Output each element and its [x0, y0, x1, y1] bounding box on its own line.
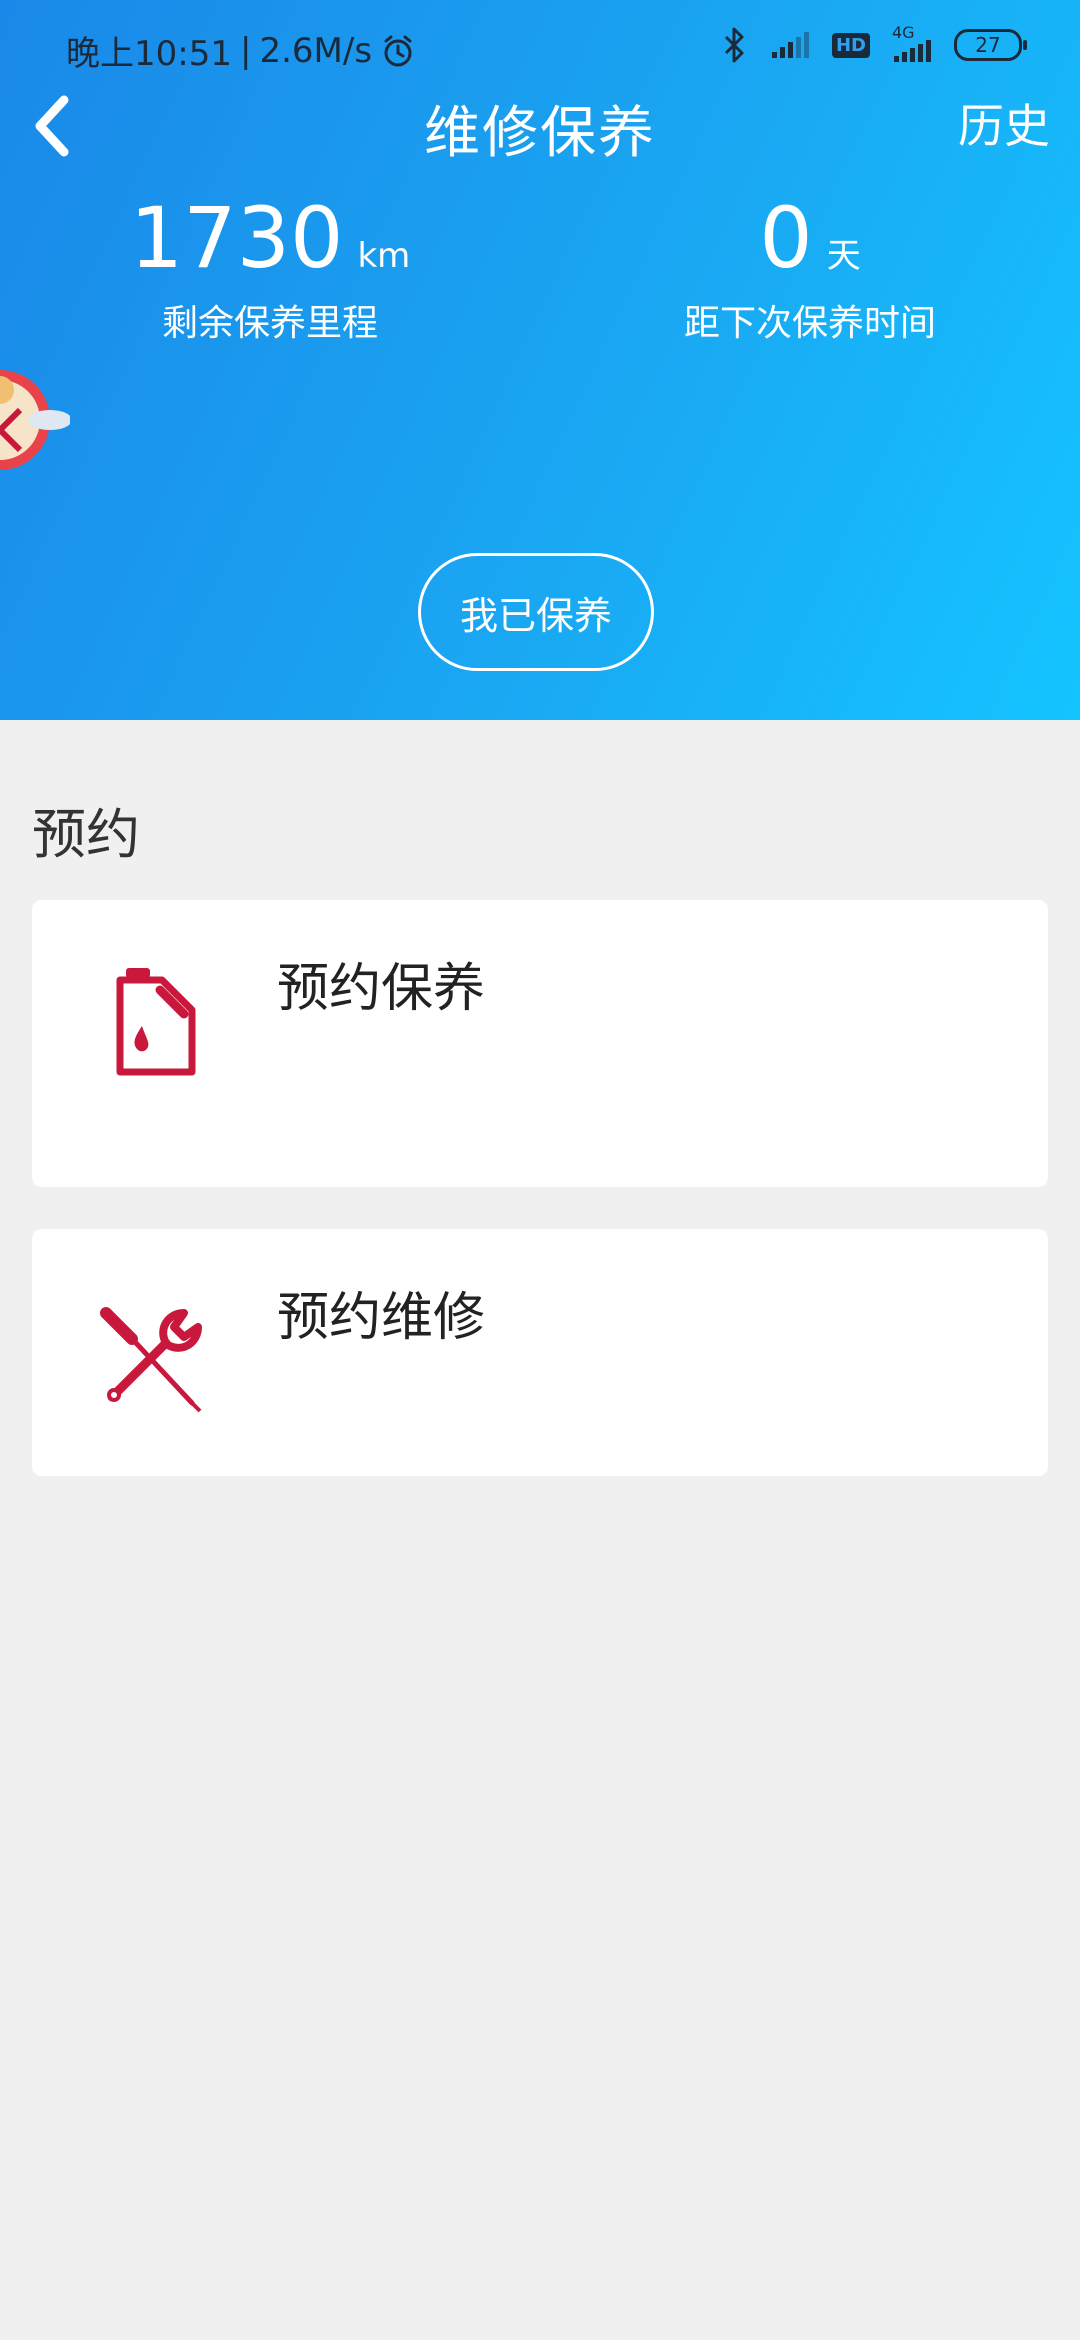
history-link[interactable]: 历史 — [958, 90, 1050, 156]
mascot-float-icon[interactable] — [0, 350, 70, 490]
wrench-screwdriver-icon — [100, 1307, 202, 1413]
bluetooth-icon — [724, 27, 744, 63]
days-value-row: 0 天 — [590, 190, 1030, 286]
mileage-label: 剩余保养里程 — [161, 303, 378, 344]
page-title: 维修保养 — [424, 101, 656, 166]
header-banner: 晚上10:51 | 2.6M/s HD 4G 27 维修保养 历史 1730 k… — [0, 0, 1080, 720]
days-value: 0 — [759, 189, 813, 287]
card-label-book-repair: 预约维修 — [277, 1288, 486, 1348]
card-book-maintenance[interactable]: 预约保养 — [32, 900, 1048, 1187]
status-right: HD 4G 27 — [720, 23, 1027, 64]
mileage-value: 1730 — [129, 189, 344, 287]
status-separator: | — [239, 30, 252, 71]
section-title: 预约 — [32, 803, 140, 866]
next-maintenance-days: 0 天 距下次保养时间 — [590, 190, 1030, 346]
net-type-label: 4G — [892, 23, 915, 42]
card-label-book-maintenance: 预约保养 — [277, 959, 486, 1019]
status-left: 晚上10:51 | 2.6M/s — [66, 26, 416, 75]
days-label: 距下次保养时间 — [683, 303, 936, 344]
nav-bar: 维修保养 历史 — [0, 80, 1080, 170]
card-book-repair[interactable]: 预约维修 — [32, 1229, 1048, 1476]
remaining-mileage: 1730 km 剩余保养里程 — [50, 190, 490, 346]
status-time: 晚上10:51 — [66, 34, 232, 74]
mileage-value-row: 1730 km — [50, 190, 490, 286]
hd-badge: HD — [831, 32, 870, 58]
status-speed: 2.6M/s — [259, 30, 373, 71]
signal-icon — [771, 32, 809, 58]
mileage-unit: km — [357, 236, 411, 276]
signal-4g-icon: 4G — [892, 23, 932, 64]
maintained-button[interactable]: 我已保养 — [418, 553, 654, 671]
alarm-icon — [384, 35, 412, 66]
battery-indicator: 27 — [954, 29, 1027, 61]
days-unit: 天 — [826, 236, 861, 276]
oil-can-icon — [116, 968, 196, 1076]
